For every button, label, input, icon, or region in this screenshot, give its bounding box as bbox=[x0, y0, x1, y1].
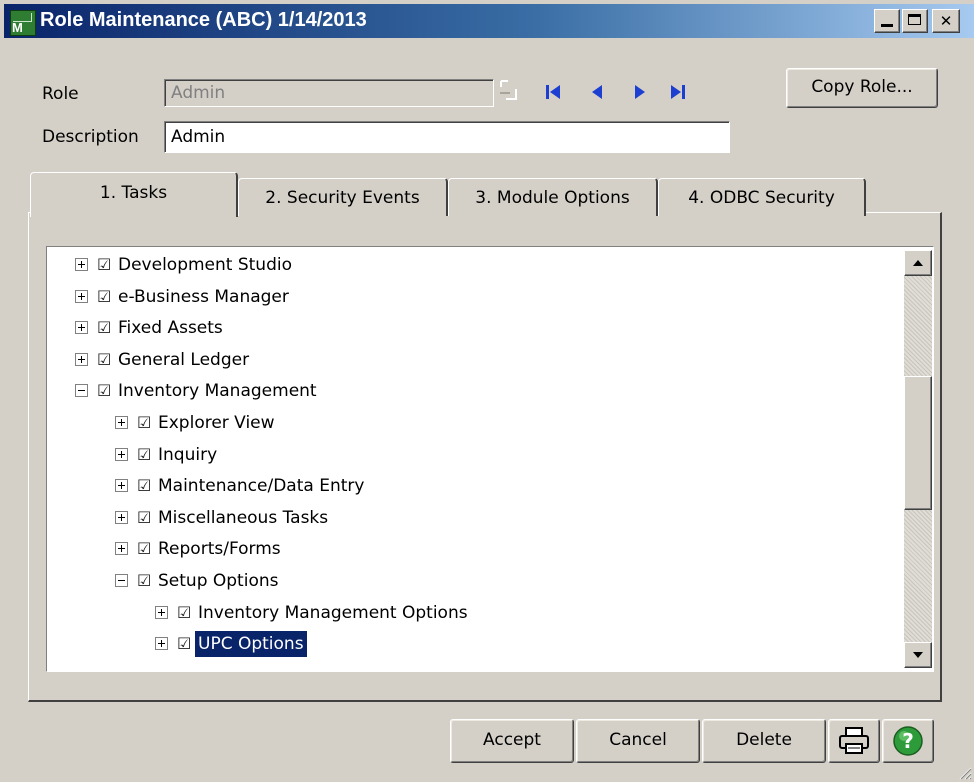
tree-item-checkbox[interactable]: ☑ bbox=[97, 381, 111, 400]
close-icon: ✕ bbox=[939, 12, 953, 30]
tree-item-checkbox[interactable]: ☑ bbox=[137, 445, 151, 464]
cancel-button[interactable]: Cancel bbox=[576, 719, 700, 763]
tree-item-checkbox[interactable]: ☑ bbox=[137, 476, 151, 495]
maximize-icon bbox=[908, 14, 921, 25]
task-tree[interactable]: ☑ Development Studio ☑ e-Business Manager ☑ F… bbox=[46, 246, 934, 672]
lookup-icon[interactable] bbox=[498, 79, 520, 103]
role-field[interactable]: Admin bbox=[164, 79, 494, 107]
arrow-up-icon bbox=[913, 260, 923, 266]
expand-icon[interactable] bbox=[115, 479, 128, 493]
expand-icon[interactable] bbox=[115, 416, 128, 429]
tree-item-checkbox[interactable]: ☑ bbox=[97, 287, 111, 306]
tree-item-label[interactable]: General Ledger bbox=[115, 347, 252, 373]
collapse-icon[interactable] bbox=[115, 574, 128, 587]
tree-item-checkbox[interactable]: ☑ bbox=[177, 603, 191, 622]
description-label: Description bbox=[42, 127, 139, 147]
tab-tasks[interactable]: 1. Tasks bbox=[30, 172, 238, 217]
tree-item-checkbox[interactable]: ☑ bbox=[137, 539, 151, 558]
tree-item-label[interactable]: Maintenance/Data Entry bbox=[155, 473, 367, 499]
help-icon: ? bbox=[893, 726, 923, 756]
expand-icon[interactable] bbox=[75, 352, 88, 366]
scroll-down-button[interactable] bbox=[904, 642, 932, 668]
window-title: Role Maintenance (ABC) 1/14/2013 bbox=[40, 9, 367, 31]
scroll-up-button[interactable] bbox=[904, 250, 932, 276]
expand-icon[interactable] bbox=[115, 510, 128, 524]
copy-role-label: Copy Role... bbox=[811, 77, 913, 97]
scroll-thumb[interactable] bbox=[904, 376, 932, 510]
tab-odbc-security-label: 4. ODBC Security bbox=[688, 188, 835, 208]
tree-item-checkbox[interactable]: ☑ bbox=[137, 571, 151, 590]
role-label: Role bbox=[42, 84, 79, 104]
next-record-icon[interactable] bbox=[626, 80, 654, 104]
arrow-down-icon bbox=[913, 652, 923, 658]
tree-item-label[interactable]: Fixed Assets bbox=[115, 315, 226, 341]
tree-item-checkbox[interactable]: ☑ bbox=[137, 413, 151, 432]
tree-item-checkbox[interactable]: ☑ bbox=[97, 350, 111, 369]
tab-security-events[interactable]: 2. Security Events bbox=[238, 178, 448, 216]
resize-grip[interactable] bbox=[956, 764, 972, 780]
first-record-icon[interactable] bbox=[540, 80, 568, 104]
tree-item-checkbox[interactable]: ☑ bbox=[97, 318, 111, 337]
tree-item-label[interactable]: Reports/Forms bbox=[155, 536, 284, 562]
last-record-icon[interactable] bbox=[664, 80, 692, 104]
role-maintenance-window: M Role Maintenance (ABC) 1/14/2013 ✕ Rol… bbox=[0, 0, 974, 782]
expand-icon[interactable] bbox=[155, 637, 168, 651]
cancel-label: Cancel bbox=[609, 730, 667, 750]
printer-icon bbox=[839, 727, 869, 754]
tab-security-events-label: 2. Security Events bbox=[265, 188, 420, 208]
minimize-button[interactable] bbox=[874, 9, 900, 33]
tree-item-label[interactable]: e-Business Manager bbox=[115, 284, 292, 310]
expand-icon[interactable] bbox=[75, 289, 88, 303]
delete-label: Delete bbox=[736, 730, 792, 750]
tree-item-label[interactable]: Inventory Management Options bbox=[195, 600, 471, 626]
svg-text:?: ? bbox=[902, 729, 914, 753]
tab-odbc-security[interactable]: 4. ODBC Security bbox=[658, 178, 866, 216]
tree-item-checkbox[interactable]: ☑ bbox=[97, 255, 111, 274]
tab-tasks-label: 1. Tasks bbox=[99, 183, 168, 203]
tree-item-label[interactable]: Miscellaneous Tasks bbox=[155, 505, 331, 531]
copy-role-button[interactable]: Copy Role... bbox=[786, 68, 938, 108]
accept-label: Accept bbox=[483, 730, 541, 750]
tree-scrollbar[interactable] bbox=[904, 250, 932, 668]
tree-item-label[interactable]: Development Studio bbox=[115, 252, 295, 278]
tree-item-label[interactable]: Explorer View bbox=[155, 410, 278, 436]
expand-icon[interactable] bbox=[115, 447, 128, 461]
tree-item-label[interactable]: UPC Options bbox=[195, 631, 307, 658]
accept-button[interactable]: Accept bbox=[450, 719, 574, 763]
tree-item-checkbox[interactable]: ☑ bbox=[137, 508, 151, 527]
tab-module-options-label: 3. Module Options bbox=[475, 188, 630, 208]
tree-item-label[interactable]: Setup Options bbox=[155, 568, 281, 594]
collapse-icon[interactable] bbox=[75, 384, 88, 398]
minimize-icon bbox=[881, 24, 893, 27]
tree-item-label[interactable]: Inventory Management bbox=[115, 378, 320, 404]
maximize-button[interactable] bbox=[902, 9, 928, 33]
tree-item-checkbox[interactable]: ☑ bbox=[177, 634, 191, 653]
description-field[interactable]: Admin bbox=[164, 121, 730, 153]
expand-icon[interactable] bbox=[155, 605, 168, 619]
tree-item-label[interactable]: Inquiry bbox=[155, 442, 220, 468]
previous-record-icon[interactable] bbox=[584, 80, 612, 104]
app-icon: M bbox=[10, 10, 36, 36]
expand-icon[interactable] bbox=[75, 258, 88, 271]
title-bar[interactable]: M Role Maintenance (ABC) 1/14/2013 ✕ bbox=[4, 4, 974, 38]
expand-icon[interactable] bbox=[75, 321, 88, 335]
close-button[interactable]: ✕ bbox=[932, 9, 960, 33]
expand-icon[interactable] bbox=[115, 542, 128, 556]
delete-button[interactable]: Delete bbox=[702, 719, 826, 763]
print-button[interactable] bbox=[828, 719, 880, 763]
help-button[interactable]: ? bbox=[882, 719, 934, 763]
tab-module-options[interactable]: 3. Module Options bbox=[448, 178, 658, 216]
